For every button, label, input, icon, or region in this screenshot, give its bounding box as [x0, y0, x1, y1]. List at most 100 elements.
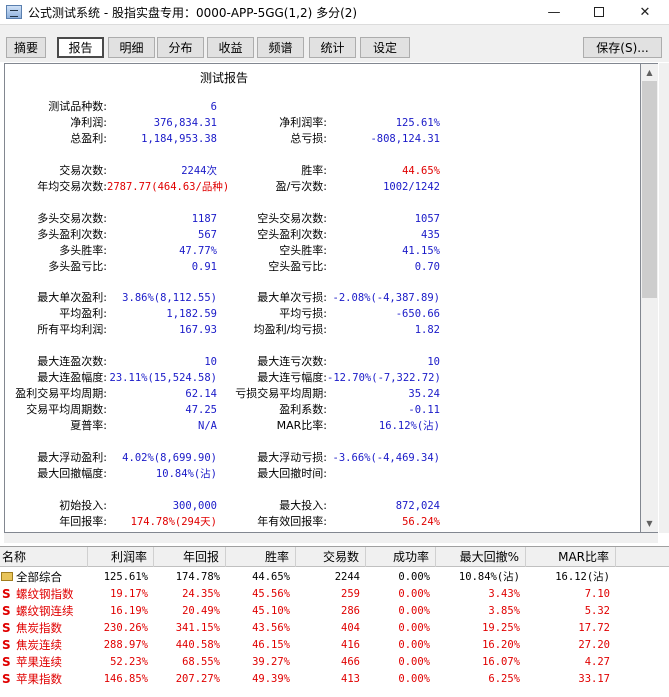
cell-trades: 413: [341, 673, 360, 685]
report-value: 44.65%: [402, 165, 440, 177]
cell-success-rate: 0.00%: [398, 622, 430, 634]
short-position-icon: S: [2, 655, 11, 669]
report-value: -2.08%(-4,387.89): [332, 292, 440, 304]
report-label: 空头交易次数:: [257, 212, 327, 225]
close-button[interactable]: ✕: [622, 0, 668, 24]
column-header-win-rate[interactable]: 胜率: [226, 547, 296, 567]
report-value: 56.24%: [402, 516, 440, 528]
report-label: 胜率:: [301, 164, 327, 177]
report-value: 1,184,953.38: [141, 133, 217, 145]
summary-row[interactable]: 全部综合 125.61% 174.78% 44.65% 2244 0.00% 10.84%(…: [0, 569, 669, 586]
table-row[interactable]: S 焦炭连续 288.97% 440.58% 46.15% 416 0.00% 16.20% 2…: [0, 637, 669, 654]
report-label: 最大单次盈利:: [37, 291, 107, 304]
report-value: 376,834.31: [153, 117, 217, 129]
short-position-icon: S: [2, 638, 11, 652]
results-grid: 名称 利润率 年回报 胜率 交易数 成功率 最大回撤% MAR比率 全部综合 12…: [0, 546, 669, 697]
report-value: 567: [198, 229, 217, 241]
report-value: 174.78%(294天): [130, 516, 217, 528]
cell-mar-ratio: 17.72: [578, 622, 610, 634]
splitter-bar[interactable]: [4, 533, 658, 543]
scroll-thumb[interactable]: [642, 81, 657, 298]
short-position-icon: S: [2, 672, 11, 686]
report-label: 最大连亏次数:: [257, 355, 327, 368]
cell-mar-ratio: 7.10: [584, 588, 610, 600]
report-label: 平均盈利:: [59, 307, 107, 320]
tab-statistics[interactable]: 统计: [309, 37, 356, 58]
report-value: 10.84%(沾): [155, 468, 217, 480]
table-row[interactable]: S 苹果指数 146.85% 207.27% 49.39% 413 0.00% 6.25% 33…: [0, 671, 669, 688]
tab-details[interactable]: 明细: [108, 37, 155, 58]
app-icon: [6, 5, 22, 19]
cell-profit-rate: 19.17%: [110, 588, 148, 600]
column-header-success-rate[interactable]: 成功率: [366, 547, 436, 567]
cell-profit-rate: 230.26%: [103, 622, 148, 634]
maximize-icon: [594, 7, 604, 17]
report-label: 平均亏损:: [279, 307, 327, 320]
report-label: 多头交易次数:: [37, 212, 107, 225]
cell-win-rate: 43.56%: [252, 622, 290, 634]
tab-spectrum[interactable]: 频谱: [257, 37, 304, 58]
report-value: -650.66: [395, 308, 440, 320]
cell-success-rate: 0.00%: [398, 571, 430, 583]
tab-summary[interactable]: 摘要: [6, 37, 46, 58]
cell-name: 全部综合: [0, 569, 88, 586]
report-value: 3.86%(8,112.55): [122, 292, 217, 304]
cell-win-rate: 49.39%: [252, 673, 290, 685]
report-value: -808,124.31: [370, 133, 440, 145]
column-header-annual-return[interactable]: 年回报: [154, 547, 226, 567]
row-name: 螺纹钢指数: [16, 587, 74, 601]
cell-annual-return: 174.78%: [175, 571, 220, 583]
row-name: 全部综合: [16, 570, 62, 584]
report-value: 872,024: [395, 500, 440, 512]
column-header-mar-ratio[interactable]: MAR比率: [526, 547, 616, 567]
report-value: 125.61%: [395, 117, 440, 129]
report-value: 1.82: [414, 324, 440, 336]
cell-name: S 焦炭连续: [0, 637, 88, 654]
scroll-down-icon[interactable]: ▼: [641, 515, 658, 532]
cell-name: S 苹果指数: [0, 671, 88, 688]
column-header-max-drawdown[interactable]: 最大回撤%: [436, 547, 526, 567]
report-value: -12.70%(-7,322.72): [327, 372, 441, 384]
scroll-up-icon[interactable]: ▲: [641, 64, 658, 81]
column-header-trades[interactable]: 交易数: [296, 547, 366, 567]
toolbar: 摘要 报告 明细 分布 收益 频谱 统计 设定 保存(S)...: [0, 24, 669, 62]
report-value: 47.25: [185, 404, 217, 416]
cell-win-rate: 45.56%: [252, 588, 290, 600]
report-value: [327, 466, 440, 482]
report-value: 1187: [191, 213, 217, 225]
tab-settings[interactable]: 设定: [360, 37, 410, 58]
report-value: 10: [427, 356, 440, 368]
close-icon: ✕: [639, 4, 651, 20]
save-button[interactable]: 保存(S)...: [583, 37, 662, 58]
cell-annual-return: 341.15%: [175, 622, 220, 634]
cell-max-drawdown: 3.43%: [488, 588, 520, 600]
report-panel: 测试报告 测试品种数: 6 净利润: 376,834.31 净利润率: 125.61% 总盈…: [4, 63, 641, 533]
tab-report[interactable]: 报告: [57, 37, 104, 58]
report-value: 300,000: [172, 500, 217, 512]
table-row[interactable]: S 焦炭指数 230.26% 341.15% 43.56% 404 0.00% 19.25% 1…: [0, 620, 669, 637]
cell-mar-ratio: 33.17: [578, 673, 610, 685]
column-header-name[interactable]: 名称: [0, 547, 88, 567]
table-row[interactable]: S 螺纹钢连续 16.19% 20.49% 45.10% 286 0.00% 3.85% 5.3…: [0, 603, 669, 620]
maximize-button[interactable]: [576, 0, 622, 24]
cell-annual-return: 440.58%: [175, 639, 220, 651]
cell-max-drawdown: 3.85%: [488, 605, 520, 617]
cell-mar-ratio: 5.32: [584, 605, 610, 617]
cell-max-drawdown: 16.20%: [482, 639, 520, 651]
report-label: 空头盈亏比:: [268, 260, 327, 273]
row-name: 焦炭指数: [16, 621, 62, 635]
minimize-button[interactable]: —: [531, 0, 577, 24]
table-row[interactable]: S 苹果连续 52.23% 68.55% 39.27% 466 0.00% 16.07% 4.2…: [0, 654, 669, 671]
tab-returns[interactable]: 收益: [207, 37, 254, 58]
report-label: 交易次数:: [59, 164, 107, 177]
cell-win-rate: 44.65%: [252, 571, 290, 583]
table-row[interactable]: S 螺纹钢指数 19.17% 24.35% 45.56% 259 0.00% 3.43% 7.1…: [0, 586, 669, 603]
minimize-icon: —: [547, 4, 561, 20]
cell-profit-rate: 16.19%: [110, 605, 148, 617]
report-label: 多头盈利次数:: [37, 228, 107, 241]
tab-distribution[interactable]: 分布: [157, 37, 204, 58]
report-vertical-scrollbar[interactable]: ▲ ▼: [641, 63, 658, 533]
column-header-profit-rate[interactable]: 利润率: [88, 547, 154, 567]
cell-profit-rate: 52.23%: [110, 656, 148, 668]
report-value: 435: [421, 229, 440, 241]
